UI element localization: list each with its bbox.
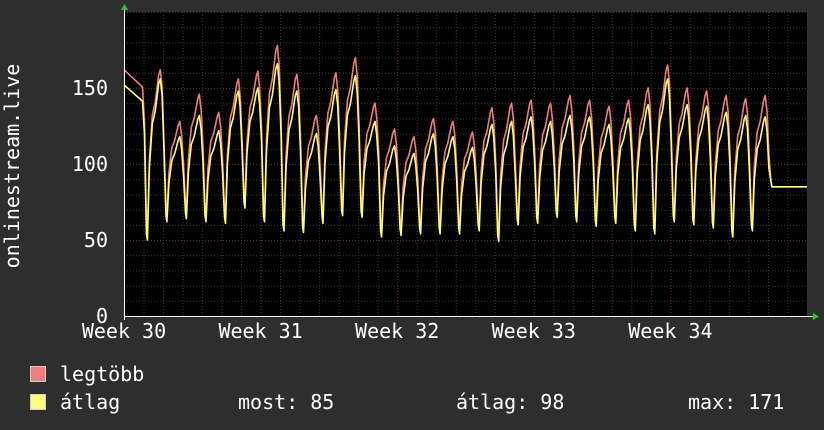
y-axis-label: onlinestream.live	[0, 64, 24, 269]
y-tick-label: 100	[72, 152, 108, 176]
x-tick-label: Week 31	[218, 319, 302, 343]
y-tick-label: 150	[72, 76, 108, 100]
atlag-swatch	[30, 394, 46, 410]
stat-average: átlag: 98	[456, 390, 565, 414]
atlag-label: átlag	[60, 390, 121, 414]
x-tick-label: Week 33	[492, 319, 576, 343]
x-tick-label: Week 30	[82, 319, 166, 343]
y-axis-arrow-icon	[121, 4, 128, 10]
x-axis-arrow-icon	[813, 313, 819, 320]
x-tick-label: Week 32	[355, 319, 439, 343]
legend-item-atlag: átlag most: 85 átlag: 98 max: 171	[30, 391, 810, 413]
x-tick-label: Week 34	[628, 319, 712, 343]
y-tick-label: 50	[84, 228, 108, 252]
stat-now: most: 85	[238, 390, 335, 414]
stat-max: max: 171	[688, 390, 785, 414]
legtobb-label: legtöbb	[60, 362, 145, 386]
legtobb-swatch	[30, 366, 46, 382]
